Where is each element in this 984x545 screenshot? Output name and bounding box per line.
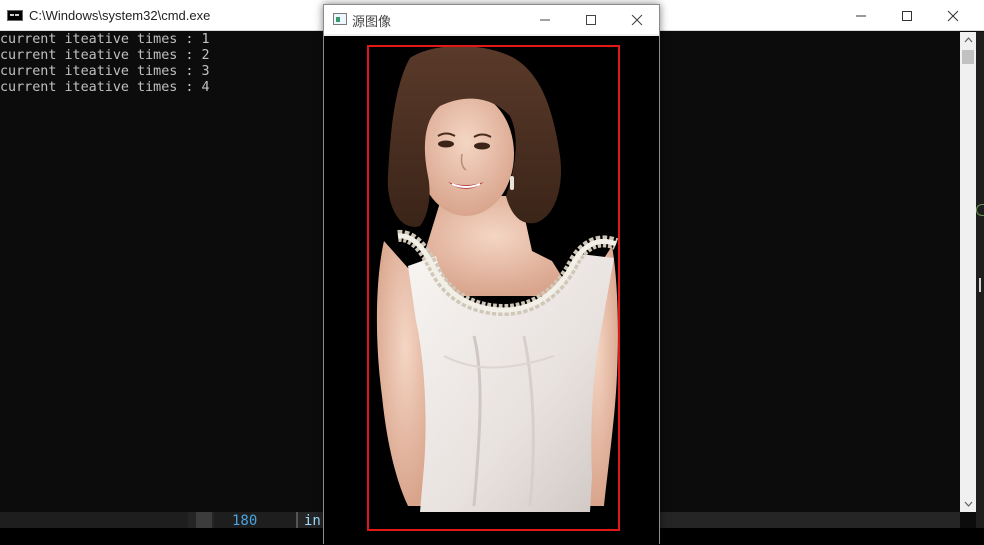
image-window-title: 源图像 [352,14,392,29]
scrollbar-thumb[interactable] [962,50,974,64]
editor-panel [0,512,188,528]
maximize-icon [902,10,912,21]
close-button[interactable] [930,0,976,31]
editor-fold-icon [976,204,984,216]
close-icon [631,14,643,25]
scroll-down-arrow-icon[interactable] [960,496,976,512]
image-app-icon [333,13,347,25]
editor-code-text: in [304,513,321,529]
minimize-button[interactable] [838,0,884,31]
image-window-titlebar[interactable]: 源图像 [324,5,659,34]
editor-divider [296,512,298,528]
editor-cursor [979,278,981,292]
scroll-up-arrow-icon[interactable] [960,32,976,48]
image-maximize-button[interactable] [568,5,614,34]
minimize-icon [540,19,550,20]
minimize-icon [856,15,866,16]
vertical-scrollbar[interactable] [960,32,976,512]
image-window: 源图像 [323,4,660,545]
maximize-button[interactable] [884,0,930,31]
image-minimize-button[interactable] [522,5,568,34]
close-icon [947,10,959,21]
background-editor-edge [976,32,984,528]
image-canvas [324,36,659,545]
detection-bounding-box [367,45,620,531]
maximize-icon [586,14,596,25]
editor-line-number: 180 [232,513,258,529]
image-close-button[interactable] [614,5,660,34]
console-window-title: C:\Windows\system32\cmd.exe [29,8,211,23]
console-app-icon [7,10,23,21]
editor-gutter [196,512,212,528]
